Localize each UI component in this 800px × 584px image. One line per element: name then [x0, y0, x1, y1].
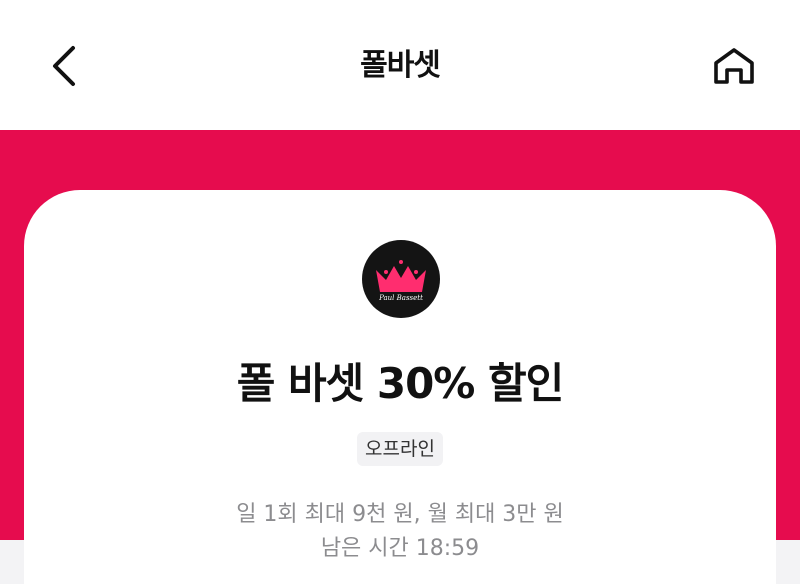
brand-logo: Paul Bassett: [362, 240, 440, 318]
usage-limit-text: 일 1회 최대 9천 원, 월 최대 3만 원: [236, 502, 564, 527]
page-title: 폴바셋: [360, 48, 441, 83]
remaining-time-text: 남은 시간 18:59: [320, 536, 480, 561]
crown-icon: Paul Bassett: [376, 260, 426, 302]
offline-tag: 오프라인: [357, 432, 443, 466]
offer-title: 폴 바셋 30% 할인: [236, 359, 565, 408]
page: 폴바셋 Paul Bassett 폴 바셋 30% 할인 오프라인 일 1회 최…: [0, 0, 800, 584]
home-icon: [714, 48, 754, 84]
home-button[interactable]: [708, 42, 760, 90]
top-header: 폴바셋: [0, 0, 800, 130]
brand-logo-text: Paul Bassett: [378, 294, 423, 302]
